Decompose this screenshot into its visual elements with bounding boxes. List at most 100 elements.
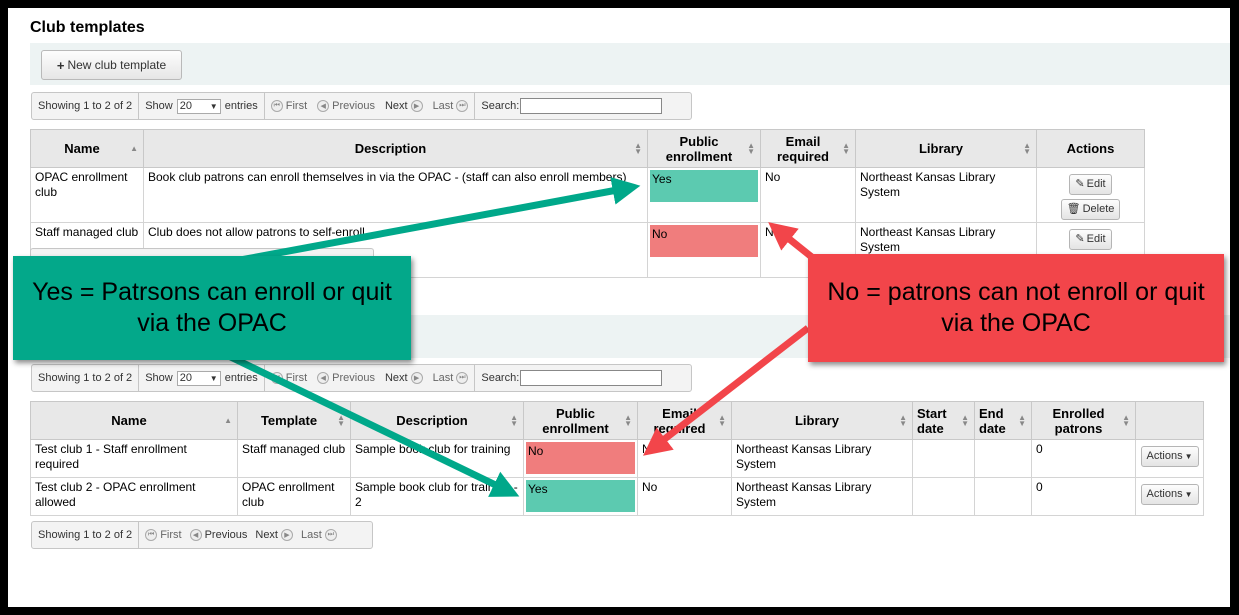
previous-icon: ◀	[317, 100, 330, 112]
pencil-icon: ✎	[1075, 178, 1085, 190]
clubs-search: Search:	[475, 365, 668, 391]
column-header-template[interactable]: Template ▲ ▼	[237, 401, 351, 440]
actions-dropdown-button[interactable]: Actions ▼	[1140, 446, 1199, 467]
clubs-bottom-last-button[interactable]: Last ⏭	[301, 529, 337, 541]
sort-icon: ▲ ▼	[1122, 412, 1130, 428]
template-description: Book club patrons can enroll themselves …	[143, 167, 648, 223]
public-enrollment-yes: Yes	[650, 170, 758, 202]
edit-button[interactable]: ✎ Edit	[1069, 229, 1112, 250]
clubs-next-button[interactable]: Next ▶	[385, 372, 423, 384]
templates-page-size-select[interactable]: 20 ▼	[176, 98, 221, 114]
clubs-pagination: ⏮ First ◀ Previous Next ▶ Last ⏭	[265, 365, 476, 391]
templates-search: Search:	[475, 93, 668, 119]
column-header-public-enrollment[interactable]: Public enrollment ▲ ▼	[523, 401, 638, 440]
caret-down-icon: ▼	[1184, 452, 1193, 461]
column-header-enrolled-patrons[interactable]: Enrolled patrons ▲ ▼	[1031, 401, 1136, 440]
column-header-end-date[interactable]: End date ▲ ▼	[974, 401, 1032, 440]
column-header-email-required[interactable]: Email required ▲ ▼	[637, 401, 732, 440]
caret-down-icon: ▼	[1184, 490, 1193, 499]
clubs-bottom-info: Showing 1 to 2 of 2	[32, 522, 140, 548]
clubs-bottom-pagination: ⏮ First ◀ Previous Next ▶ Last ⏭	[139, 522, 343, 548]
column-header-library[interactable]: Library ▲ ▼	[731, 401, 913, 440]
actions-cell: Actions ▼	[1135, 439, 1204, 478]
next-icon: ▶	[410, 372, 423, 384]
sort-icon: ▲ ▼	[842, 140, 850, 156]
table-row: Test club 1 - Staff enrollment required …	[30, 439, 1204, 478]
public-enrollment-cell: No	[647, 222, 761, 278]
column-header-email-required[interactable]: Email required ▲ ▼	[760, 129, 856, 168]
sort-icon: ▲ ▼	[1018, 412, 1026, 428]
new-club-template-label: New club template	[67, 58, 167, 72]
public-enrollment-cell: Yes	[647, 167, 761, 223]
sort-asc-icon: ▲	[224, 415, 232, 425]
last-icon: ⏭	[456, 372, 469, 384]
new-club-template-button[interactable]: + New club template	[41, 50, 182, 80]
enrolled-patrons-cell: 0	[1031, 477, 1136, 516]
public-enrollment-cell: Yes	[523, 477, 638, 516]
templates-last-button[interactable]: Last ⏭	[433, 100, 469, 112]
first-icon: ⏮	[145, 529, 158, 541]
column-header-description[interactable]: Description ▲ ▼	[350, 401, 524, 440]
clubs-page-size-select[interactable]: 20 ▼	[176, 370, 221, 386]
last-icon: ⏭	[324, 529, 337, 541]
library-cell: Northeast Kansas Library System	[855, 167, 1037, 223]
club-template: OPAC enrollment club	[237, 477, 351, 516]
chevron-down-icon: ▼	[209, 101, 218, 111]
column-header-name[interactable]: Name ▲	[30, 129, 144, 168]
plus-icon: +	[56, 57, 65, 73]
previous-icon: ◀	[317, 372, 330, 384]
library-cell: Northeast Kansas Library System	[731, 439, 913, 478]
templates-search-input[interactable]	[520, 98, 663, 114]
end-date-cell	[974, 439, 1032, 478]
edit-button[interactable]: ✎ Edit	[1069, 174, 1112, 195]
column-header-library[interactable]: Library ▲ ▼	[855, 129, 1037, 168]
column-header-start-date[interactable]: Start date ▲ ▼	[912, 401, 975, 440]
toolbar	[30, 43, 1230, 85]
public-enrollment-cell: No	[523, 439, 638, 478]
sort-icon: ▲ ▼	[718, 412, 726, 428]
next-icon: ▶	[281, 529, 293, 541]
start-date-cell	[912, 477, 975, 516]
column-header-actions: Actions	[1036, 129, 1145, 168]
sort-asc-icon: ▲	[130, 143, 138, 153]
column-header-public-enrollment[interactable]: Public enrollment ▲ ▼	[647, 129, 761, 168]
actions-cell: Actions ▼	[1135, 477, 1204, 516]
actions-dropdown-button[interactable]: Actions ▼	[1140, 484, 1199, 505]
clubs-last-button[interactable]: Last ⏭	[433, 372, 469, 384]
clubs-table: Name ▲ Template ▲ ▼ Description ▲ ▼ Public en…	[30, 401, 1204, 516]
first-icon: ⏮	[270, 372, 283, 384]
templates-previous-button[interactable]: ◀ Previous	[317, 100, 375, 112]
clubs-bottom-next-button[interactable]: Next ▶	[255, 529, 293, 541]
yes-callout: Yes = Patrsons can enroll or quit via th…	[13, 256, 411, 360]
templates-pager: Showing 1 to 2 of 2 Show 20 ▼ entries ⏮ Fi…	[31, 92, 692, 120]
no-callout: No = patrons can not enroll or quit via …	[808, 254, 1224, 362]
delete-button[interactable]: 🗑Delete	[1060, 199, 1121, 220]
sort-icon: ▲ ▼	[1023, 140, 1031, 156]
clubs-bottom-previous-button[interactable]: ◀ Previous	[189, 529, 247, 541]
public-enrollment-no: No	[650, 225, 758, 257]
clubs-length: Show 20 ▼ entries	[139, 365, 265, 391]
column-header-name[interactable]: Name ▲	[30, 401, 238, 440]
clubs-search-input[interactable]	[520, 370, 663, 386]
sort-icon: ▲ ▼	[899, 412, 907, 428]
templates-next-button[interactable]: Next ▶	[385, 100, 423, 112]
column-header-description[interactable]: Description ▲ ▼	[143, 129, 648, 168]
sort-icon: ▲ ▼	[624, 412, 632, 428]
no-callout-text: No = patrons can not enroll or quit via …	[827, 278, 1205, 337]
clubs-bottom-first-button[interactable]: ⏮ First	[145, 529, 182, 541]
library-cell: Northeast Kansas Library System	[731, 477, 913, 516]
sort-icon: ▲ ▼	[634, 140, 642, 156]
template-name: OPAC enrollment club	[30, 167, 144, 223]
table-row: OPAC enrollment club Book club patrons c…	[30, 167, 1145, 223]
clubs-pager: Showing 1 to 2 of 2 Show 20 ▼ entries ⏮ Fi…	[31, 364, 692, 392]
clubs-previous-button[interactable]: ◀ Previous	[317, 372, 375, 384]
chevron-down-icon: ▼	[209, 373, 218, 383]
email-required-cell: No	[760, 167, 856, 223]
clubs-info: Showing 1 to 2 of 2	[32, 365, 140, 391]
templates-first-button[interactable]: ⏮ First	[270, 100, 307, 112]
end-date-cell	[974, 477, 1032, 516]
pencil-icon: ✎	[1075, 233, 1085, 245]
sort-icon: ▲ ▼	[510, 412, 518, 428]
first-icon: ⏮	[270, 100, 283, 112]
clubs-first-button[interactable]: ⏮ First	[270, 372, 307, 384]
